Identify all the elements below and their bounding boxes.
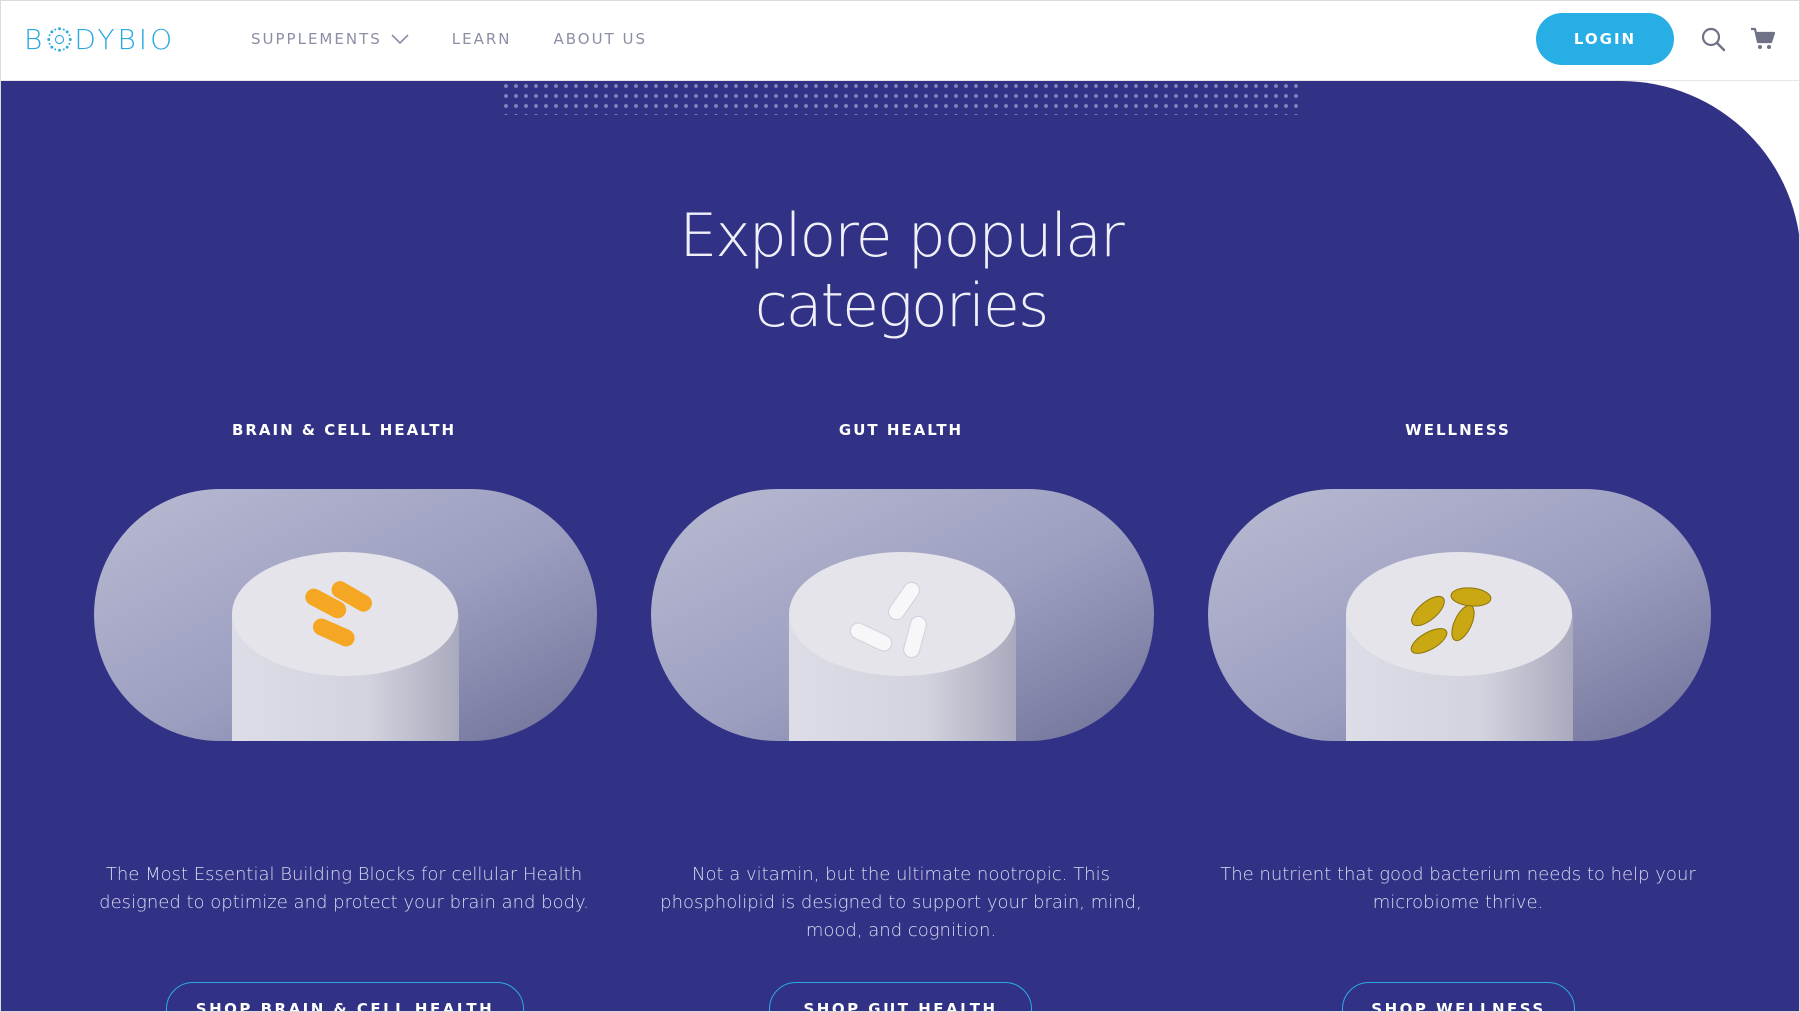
logo-text-suffix: DYBIO [74,22,176,56]
nav-about-us[interactable]: ABOUT US [554,30,648,48]
heading-line-1: Explore popular [679,201,1124,271]
category-description: The Most Essential Building Blocks for c… [99,864,589,913]
category-card-wellness: WELLNESS The nutrient that good bacteriu… [1198,421,1718,1011]
shop-wellness-button[interactable]: SHOP WELLNESS [1342,982,1575,1011]
category-card-gut-health: GUT HEALTH Not a vitamin, but the ultima… [641,421,1161,1011]
search-button[interactable] [1699,25,1727,53]
heading-line-2: categories [754,271,1049,341]
cart-icon [1751,27,1776,49]
dot-pattern-decoration [501,81,1301,115]
category-title: BRAIN & CELL HEALTH [231,421,457,439]
shop-brain-cell-health-button[interactable]: SHOP BRAIN & CELL HEALTH [166,982,524,1011]
site-header: B DYBIO SUPPLEMENTS LEARN ABOUT US LOGIN [1,1,1799,81]
bodybio-logo[interactable]: B DYBIO [24,22,176,56]
category-card-brain-cell-health: BRAIN & CELL HEALTH The Most Essential B… [84,421,604,1011]
nav-supplements-label: SUPPLEMENTS [251,30,382,48]
logo-sun-icon [47,26,73,52]
cart-button[interactable] [1749,25,1777,53]
category-description: Not a vitamin, but the ultimate nootropi… [660,864,1142,941]
category-title: WELLNESS [1405,421,1511,439]
category-image-gut[interactable] [651,489,1154,741]
logo-text-prefix: B [24,22,46,56]
pedestal-pills-image [94,489,597,741]
nav-supplements[interactable]: SUPPLEMENTS [251,30,410,48]
category-image-brain[interactable] [94,489,597,741]
nav-learn-label: LEARN [451,30,512,48]
nav-about-us-label: ABOUT US [553,30,648,48]
categories-section: Explore popular categories BRAIN & CELL … [1,81,1799,1011]
page-frame: B DYBIO SUPPLEMENTS LEARN ABOUT US LOGIN… [0,0,1800,1012]
login-button[interactable]: LOGIN [1536,13,1674,65]
nav-learn[interactable]: LEARN [452,30,512,48]
category-title: GUT HEALTH [838,421,964,439]
search-icon [1701,27,1726,52]
pedestal-pills-image [651,489,1154,741]
category-image-wellness[interactable] [1208,489,1711,741]
chevron-down-icon [391,34,409,45]
shop-gut-health-button[interactable]: SHOP GUT HEALTH [769,982,1032,1011]
pedestal-pills-image [1208,489,1711,741]
main-nav: SUPPLEMENTS LEARN ABOUT US [251,1,689,77]
section-heading: Explore popular categories [1,201,1799,341]
category-description: The nutrient that good bacterium needs t… [1220,864,1696,913]
